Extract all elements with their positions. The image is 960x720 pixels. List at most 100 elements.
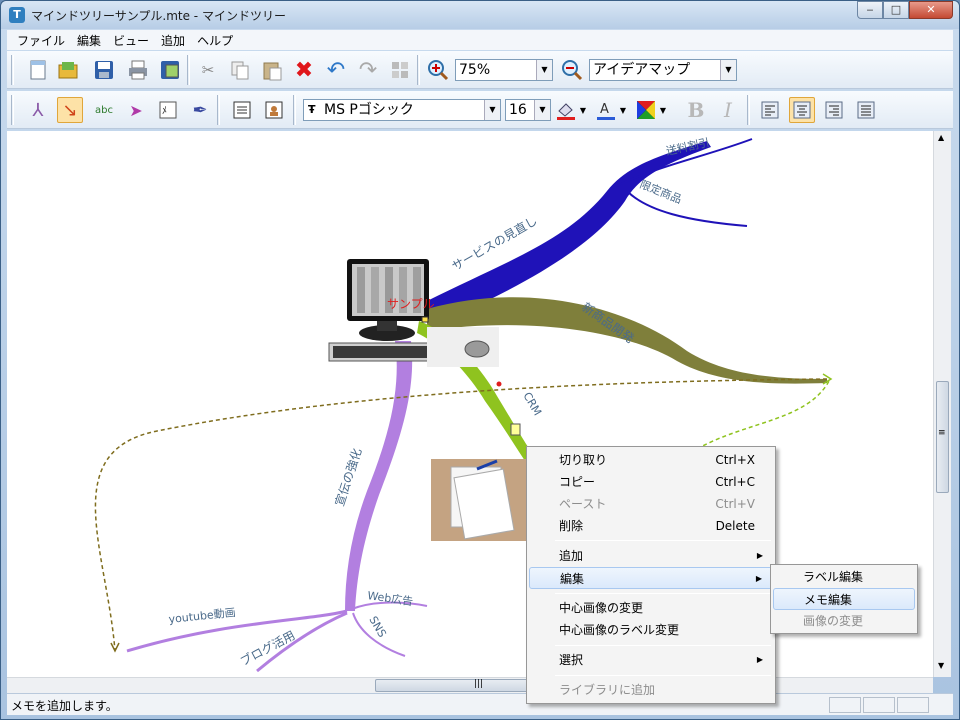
save-icon[interactable] [91,57,117,83]
bold-button[interactable]: B [683,97,709,123]
menu-help[interactable]: ヘルプ [191,32,239,49]
branch-limited-items[interactable] [626,190,748,227]
picture-icon[interactable] [261,97,287,123]
export-image-icon[interactable] [157,57,183,83]
branch-label-limited-items[interactable]: 限定商品 [638,177,684,206]
chevron-down-icon[interactable]: ▼ [617,97,629,123]
branch-label-crm[interactable]: CRM [520,390,544,418]
font-select[interactable]: Ŧ MS Pゴシック ▼ [303,99,501,121]
menu-item-paste[interactable]: ペースト Ctrl+V [529,493,773,515]
maximize-button[interactable]: □ [883,1,909,19]
view-mode-select[interactable]: アイデアマップ ▼ [589,59,737,81]
chevron-down-icon[interactable]: ▼ [657,97,669,123]
zoom-select[interactable]: 75% ▼ [455,59,553,81]
menu-edit[interactable]: 編集 [71,32,107,49]
font-name-value: MS Pゴシック [324,102,414,118]
undo-icon[interactable]: ↶ [323,57,349,83]
menu-item-label: 中心画像の変更 [559,601,644,615]
arrow-tool-icon[interactable]: ➤ [123,97,149,123]
justify-icon[interactable] [853,97,879,123]
toolbar-grip[interactable] [11,55,14,85]
text-color-icon[interactable]: A [593,97,619,123]
draw-branch-icon[interactable]: ↘ [57,97,83,123]
chevron-down-icon[interactable]: ▼ [720,60,736,80]
context-menu: 切り取り Ctrl+X コピー Ctrl+C ペースト Ctrl+V 削除 De… [526,446,776,704]
memo-icon[interactable] [229,97,255,123]
minimize-button[interactable]: ‒ [857,1,883,19]
close-button[interactable]: ✕ [909,1,953,19]
chevron-down-icon[interactable]: ▼ [536,60,552,80]
chevron-down-icon[interactable]: ▼ [484,100,500,120]
zoom-in-icon[interactable] [425,57,451,83]
vertical-scrollbar[interactable]: ▲ ≡ ▼ [933,131,951,677]
branch-service[interactable] [427,141,711,326]
menu-item-label: 切り取り [559,453,608,467]
align-left-icon[interactable] [757,97,783,123]
new-file-icon[interactable] [25,57,51,83]
pen-icon[interactable]: ✒ [187,97,213,123]
menu-item-change-center-label[interactable]: 中心画像のラベル変更 [529,619,773,641]
svg-text:ﾒ: ﾒ [162,106,167,117]
copy-icon[interactable] [227,57,253,83]
layout-icon[interactable] [387,57,413,83]
menu-item-label: ライブラリに追加 [559,683,656,697]
menu-item-edit-memo[interactable]: メモ編集 [773,588,915,610]
menu-view[interactable]: ビュー [107,32,155,49]
menu-item-cut[interactable]: 切り取り Ctrl+X [529,449,773,471]
branch-tool-icon[interactable]: ⅄ [25,97,51,123]
font-size-select[interactable]: 16 ▼ [505,99,551,121]
horizontal-scrollbar[interactable]: ||| [7,677,933,693]
italic-button[interactable]: I [715,97,741,123]
fill-color-icon[interactable] [553,97,579,123]
scroll-up-icon[interactable]: ▲ [938,133,944,142]
toolbar-grip [747,95,750,125]
memo-image[interactable] [431,459,531,541]
memo-icon[interactable] [510,423,521,436]
window-title: マインドツリーサンプル.mte - マインドツリー [31,9,286,23]
menu-item-change-image[interactable]: 画像の変更 [773,610,915,632]
menu-file[interactable]: ファイル [11,32,71,49]
cut-icon[interactable]: ✂ [195,57,221,83]
menu-item-select[interactable]: 選択 ▶ [529,649,773,671]
redo-icon[interactable]: ↷ [355,57,381,83]
relation-point[interactable] [496,381,502,387]
paste-icon[interactable] [259,57,285,83]
menu-item-add[interactable]: 追加 ▶ [529,545,773,567]
chevron-down-icon[interactable]: ▼ [577,97,589,123]
title-bar[interactable]: T マインドツリーサンプル.mte - マインドツリー ‒ □ ✕ [1,1,959,29]
menu-item-label: コピー [559,475,596,489]
menu-item-edit[interactable]: 編集 ▶ [529,567,773,589]
zoom-out-icon[interactable] [559,57,585,83]
menu-item-label: ペースト [559,497,607,511]
align-center-icon[interactable] [789,97,815,123]
toolbar-grip[interactable] [11,95,14,125]
font-size-value: 16 [509,102,527,118]
status-bar: メモを追加します。 [7,693,953,715]
branch-label-web-ad[interactable]: Web広告 [367,589,414,608]
menu-add[interactable]: 追加 [155,32,191,49]
align-right-icon[interactable] [821,97,847,123]
menu-item-edit-label[interactable]: ラベル編集 [773,566,915,588]
app-icon[interactable]: T [9,7,25,23]
menu-item-add-to-library[interactable]: ライブラリに追加 [529,679,773,701]
chevron-down-icon[interactable]: ▼ [534,100,550,120]
branch-label-promotion[interactable]: 宣伝の強化 [332,446,365,508]
open-file-icon[interactable] [55,57,81,83]
menu-item-delete[interactable]: 削除 Delete [529,515,773,537]
spell-check-icon[interactable]: abc [91,97,117,123]
central-image-label[interactable]: サンプル [387,297,435,311]
vertical-scroll-thumb[interactable]: ≡ [936,381,949,493]
scroll-down-icon[interactable]: ▼ [938,661,944,670]
branch-label-youtube[interactable]: youtube動画 [168,605,236,626]
delete-icon[interactable]: ✖ [291,57,317,83]
status-message: メモを追加します。 [11,699,118,713]
image-insert-icon[interactable]: ﾒ [155,97,181,123]
status-pane [863,697,895,713]
main-toolbar: ✂ ✖ ↶ ↷ 75% ▼ アイデアマップ ▼ [7,51,953,89]
menu-item-change-center-image[interactable]: 中心画像の変更 [529,597,773,619]
branch-color-icon[interactable] [633,97,659,123]
print-icon[interactable] [125,57,151,83]
menu-item-label: 中心画像のラベル変更 [559,623,680,637]
relation-line-right[interactable] [696,380,830,450]
menu-item-copy[interactable]: コピー Ctrl+C [529,471,773,493]
